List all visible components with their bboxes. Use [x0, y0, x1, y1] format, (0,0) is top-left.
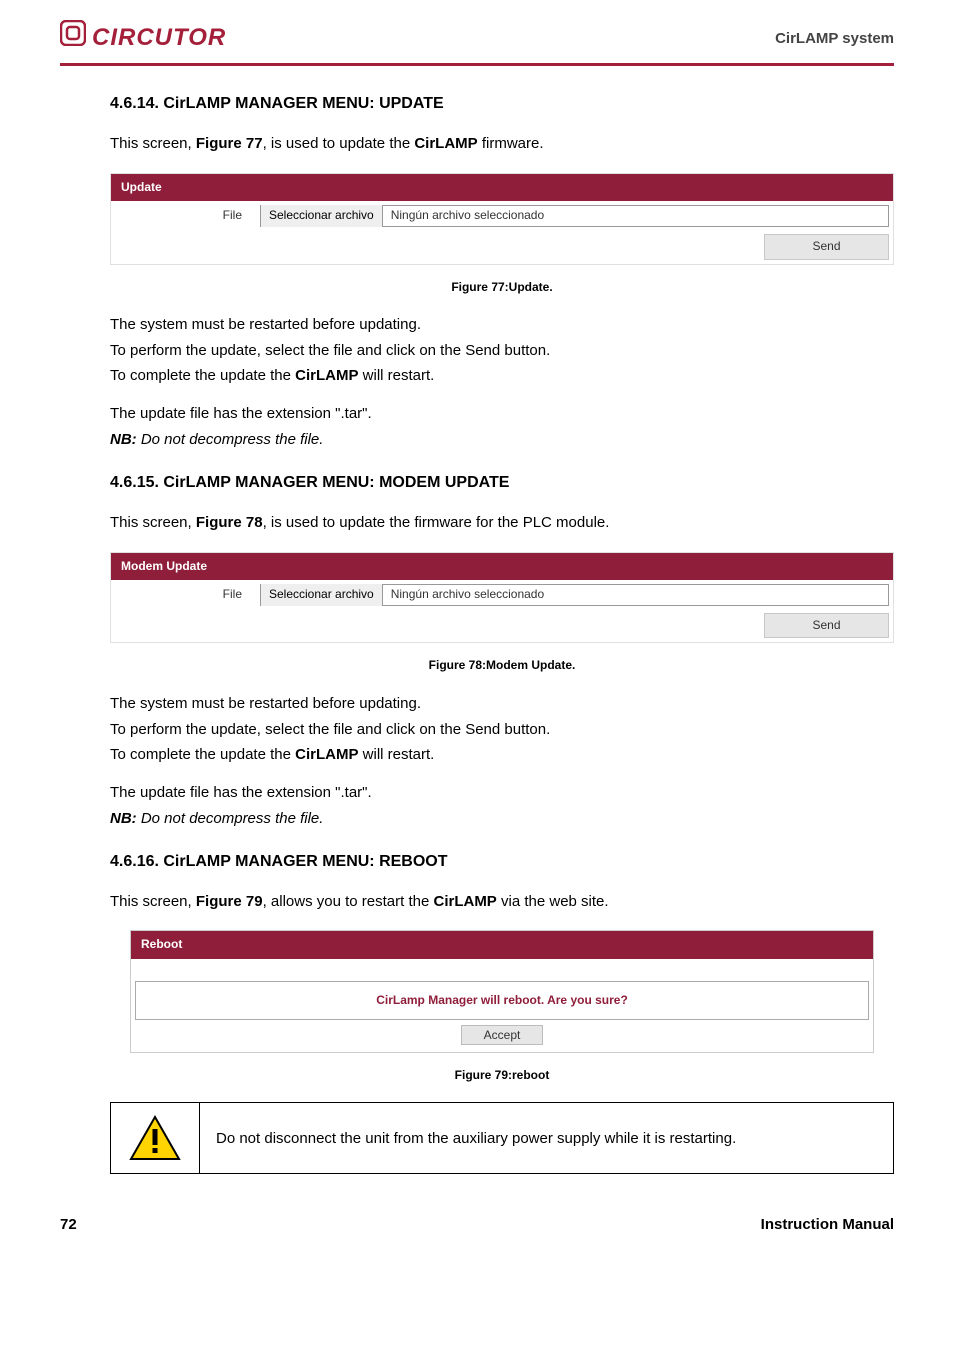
body-text: The system must be restarted before upda… [110, 693, 894, 715]
warning-text: Do not disconnect the unit from the auxi… [200, 1116, 752, 1162]
file-row: File Seleccionar archivo Ningún archivo … [111, 201, 893, 231]
intro-text: This screen, Figure 78, is used to updat… [110, 512, 894, 534]
page-content: 4.6.14. CirLAMP MANAGER MENU: UPDATE Thi… [60, 92, 894, 1175]
reboot-body: CirLamp Manager will reboot. Are you sur… [131, 959, 873, 1052]
file-picker[interactable]: Seleccionar archivo Ningún archivo selec… [260, 205, 889, 227]
body-text: To complete the update the CirLAMP will … [110, 744, 894, 766]
brand-logo: CIRCUTOR [60, 20, 226, 57]
nb-note: NB: Do not decompress the file. [110, 808, 894, 830]
body-text: To complete the update the CirLAMP will … [110, 365, 894, 387]
reboot-confirm-text: CirLamp Manager will reboot. Are you sur… [135, 981, 869, 1020]
brand-icon [60, 20, 86, 57]
file-row: File Seleccionar archivo Ningún archivo … [111, 580, 893, 610]
intro-text: This screen, Figure 77, is used to updat… [110, 133, 894, 155]
file-status-text: Ningún archivo seleccionado [383, 205, 552, 226]
choose-file-button[interactable]: Seleccionar archivo [261, 584, 383, 605]
brand-text: CIRCUTOR [92, 21, 226, 56]
intro-text: This screen, Figure 79, allows you to re… [110, 891, 894, 913]
page-footer: 72 Instruction Manual [60, 1214, 894, 1236]
figure-caption-77: Figure 77:Update. [110, 279, 894, 296]
file-picker[interactable]: Seleccionar archivo Ningún archivo selec… [260, 584, 889, 606]
panel-header-update: Update [111, 174, 893, 201]
page-header: CIRCUTOR CirLAMP system [60, 20, 894, 66]
panel-header-reboot: Reboot [131, 931, 873, 958]
system-name: CirLAMP system [775, 28, 894, 50]
accept-row: Accept [131, 1020, 873, 1052]
send-button[interactable]: Send [764, 613, 889, 638]
nb-note: NB: Do not decompress the file. [110, 429, 894, 451]
body-text: The update file has the extension ".tar"… [110, 403, 894, 425]
warning-box: Do not disconnect the unit from the auxi… [110, 1102, 894, 1174]
send-row: Send [111, 610, 893, 642]
reboot-panel: Reboot CirLamp Manager will reboot. Are … [130, 930, 874, 1053]
figure-caption-78: Figure 78:Modem Update. [110, 657, 894, 674]
send-button[interactable]: Send [764, 234, 889, 259]
section-title-update: 4.6.14. CirLAMP MANAGER MENU: UPDATE [110, 92, 894, 115]
manual-label: Instruction Manual [761, 1214, 894, 1236]
body-text: The update file has the extension ".tar"… [110, 782, 894, 804]
section-title-reboot: 4.6.16. CirLAMP MANAGER MENU: REBOOT [110, 850, 894, 873]
choose-file-button[interactable]: Seleccionar archivo [261, 205, 383, 226]
accept-button[interactable]: Accept [461, 1025, 544, 1045]
send-row: Send [111, 231, 893, 263]
body-text: To perform the update, select the file a… [110, 340, 894, 362]
page-number: 72 [60, 1214, 77, 1236]
panel-header-modem: Modem Update [111, 553, 893, 580]
body-text: The system must be restarted before upda… [110, 314, 894, 336]
section-title-modem-update: 4.6.15. CirLAMP MANAGER MENU: MODEM UPDA… [110, 471, 894, 494]
file-label: File [115, 207, 260, 224]
file-label: File [115, 586, 260, 603]
update-panel: Update File Seleccionar archivo Ningún a… [110, 173, 894, 265]
body-text: To perform the update, select the file a… [110, 719, 894, 741]
warning-icon [111, 1103, 200, 1173]
modem-update-panel: Modem Update File Seleccionar archivo Ni… [110, 552, 894, 644]
figure-caption-79: Figure 79:reboot [110, 1067, 894, 1084]
file-status-text: Ningún archivo seleccionado [383, 584, 552, 605]
